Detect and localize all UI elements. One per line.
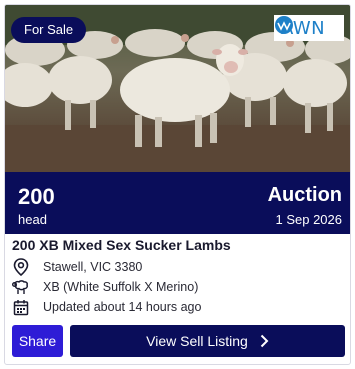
listing-title[interactable]: 200 XB Mixed Sex Sucker Lambs bbox=[12, 237, 231, 253]
view-sell-listing-button[interactable]: View Sell Listing bbox=[70, 325, 345, 357]
head-label: head bbox=[18, 212, 47, 227]
updated-row: Updated about 14 hours ago bbox=[12, 298, 201, 316]
sheep-icon bbox=[12, 278, 30, 296]
map-pin-icon bbox=[12, 258, 30, 276]
sale-type: Auction bbox=[267, 184, 342, 206]
listing-photo[interactable]: For Sale AWN bbox=[5, 5, 350, 172]
for-sale-badge: For Sale bbox=[11, 17, 87, 43]
head-count: 200 bbox=[18, 184, 55, 209]
awn-logo-icon bbox=[275, 16, 293, 34]
location-row: Stawell, VIC 3380 bbox=[12, 258, 142, 276]
chevron-right-icon bbox=[260, 334, 269, 348]
awn-logo: AWN bbox=[274, 15, 344, 41]
calendar-icon bbox=[12, 298, 30, 316]
listing-info-bar: 200 head Auction 1 Sep 2026 bbox=[5, 172, 350, 234]
listing-card[interactable]: For Sale AWN 200 head Auction 1 Sep 2026… bbox=[4, 4, 351, 365]
location-text: Stawell, VIC 3380 bbox=[43, 260, 143, 274]
updated-text: Updated about 14 hours ago bbox=[43, 300, 202, 314]
breed-row: XB (White Suffolk X Merino) bbox=[12, 278, 198, 296]
sale-date: 1 Sep 2026 bbox=[275, 212, 342, 227]
breed-text: XB (White Suffolk X Merino) bbox=[43, 280, 199, 294]
share-button[interactable]: Share bbox=[12, 325, 63, 357]
view-sell-listing-label: View Sell Listing bbox=[146, 333, 248, 349]
